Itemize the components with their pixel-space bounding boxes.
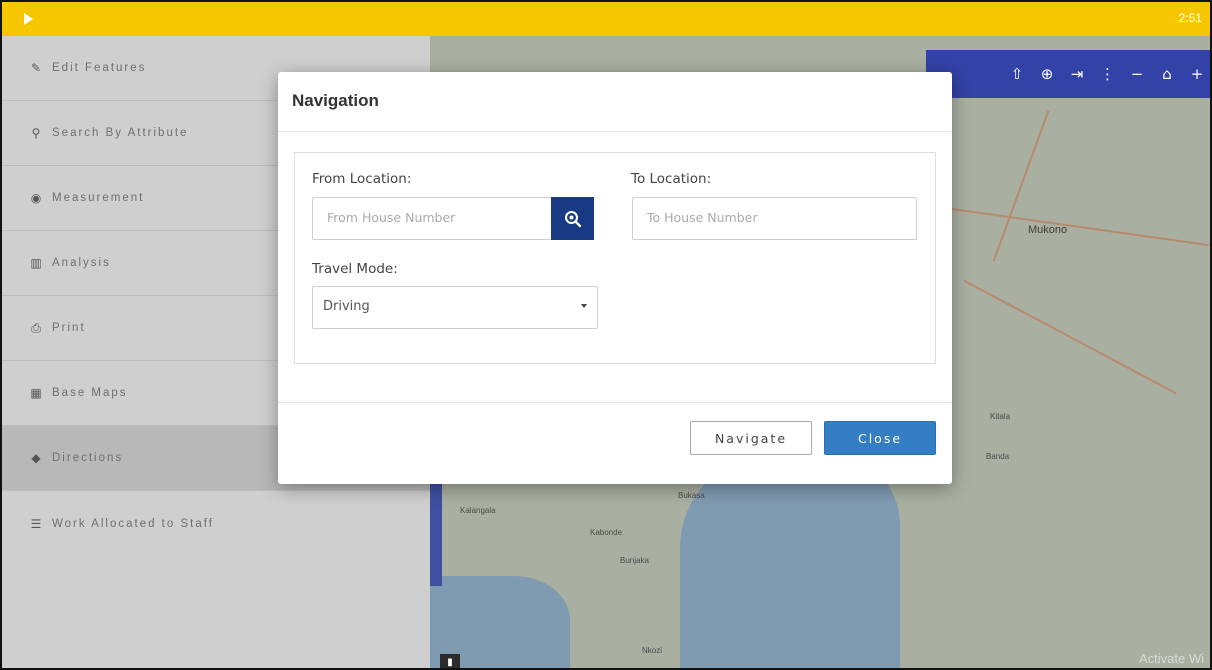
sidebar-item-label: Edit Features (52, 62, 147, 74)
top-bar: 2:51 (2, 2, 1210, 36)
map-label: Bukasa (678, 491, 705, 500)
navigate-button[interactable]: Navigate (690, 421, 812, 455)
to-location-placeholder: To House Number (647, 210, 758, 225)
measure-icon: ◉ (30, 191, 42, 205)
lake-shape (680, 456, 900, 668)
map-corner-button[interactable]: ▮ (440, 654, 460, 668)
map-label: Kalangala (460, 506, 496, 515)
chevron-down-icon (581, 304, 587, 308)
travel-mode-value: Driving (323, 299, 370, 314)
sidebar-item-label: Base Maps (52, 387, 128, 399)
map-icon: ▦ (30, 386, 42, 400)
sidebar-item-label: Search By Attribute (52, 127, 189, 139)
from-location-input[interactable]: From House Number (312, 197, 553, 240)
zoom-out-icon[interactable]: − (1130, 66, 1144, 82)
up-arrow-icon[interactable]: ⇧ (1010, 66, 1024, 82)
road-line (951, 207, 1209, 247)
close-button[interactable]: Close (824, 421, 936, 455)
sidebar-item-label: Work Allocated to Staff (52, 517, 214, 530)
modal-header: Navigation (278, 72, 952, 132)
map-label: Mukono (1028, 224, 1068, 236)
modal-title: Navigation (292, 91, 379, 110)
to-location-input[interactable]: To House Number (632, 197, 917, 240)
next-extent-icon[interactable]: ⇥ (1070, 66, 1084, 82)
map-label: Banda (986, 452, 1010, 461)
map-label: Kitala (990, 412, 1011, 421)
navigation-modal: Navigation From Location: From House Num… (278, 72, 952, 484)
from-location-placeholder: From House Number (327, 210, 456, 225)
from-location-label: From Location: (312, 171, 412, 187)
home-icon[interactable]: ⌂ (1160, 66, 1174, 82)
app-window: 2:51 ✎ Edit Features ⚲ Search By Attribu… (0, 0, 1212, 670)
map-label: Bunjaka (620, 556, 649, 565)
modal-body: From Location: From House Number To Loca… (294, 152, 936, 364)
sidebar-item-label: Measurement (52, 192, 145, 204)
map-label: Nkozi (642, 646, 663, 655)
search-location-button[interactable] (551, 197, 594, 240)
map-toolbar: ⇧ ⊕ ⇥ ⋮ − ⌂ + (926, 50, 1210, 98)
road-line (992, 110, 1050, 262)
zoom-in-icon[interactable]: + (1190, 66, 1204, 82)
list-icon: ☰ (30, 516, 42, 531)
sidebar-item-work-allocated[interactable]: ☰ Work Allocated to Staff (2, 491, 430, 556)
watermark-text: Activate Wi (1138, 651, 1204, 666)
sidebar-item-label: Analysis (52, 257, 111, 269)
map-scroll-handle[interactable] (430, 476, 442, 586)
more-icon[interactable]: ⋮ (1100, 66, 1115, 82)
road-line (963, 279, 1177, 395)
print-icon: ⎙ (31, 321, 41, 335)
clock-time: 2:51 (1178, 11, 1202, 25)
modal-footer: Navigate Close (278, 402, 952, 484)
map-label: Kabonde (590, 528, 623, 537)
travel-mode-label: Travel Mode: (312, 261, 398, 277)
sidebar-item-label: Print (52, 322, 86, 334)
zoom-icon[interactable]: ⊕ (1040, 66, 1054, 82)
search-icon (564, 210, 581, 227)
to-location-label: To Location: (631, 171, 712, 187)
search-icon: ⚲ (31, 126, 41, 140)
travel-mode-select[interactable]: Driving (312, 286, 598, 329)
edit-icon: ✎ (30, 61, 42, 75)
sidebar-item-label: Directions (52, 452, 124, 464)
menu-toggle-icon[interactable] (24, 13, 33, 25)
chart-icon: ▥ (30, 256, 42, 270)
directions-icon: ◆ (31, 451, 41, 465)
